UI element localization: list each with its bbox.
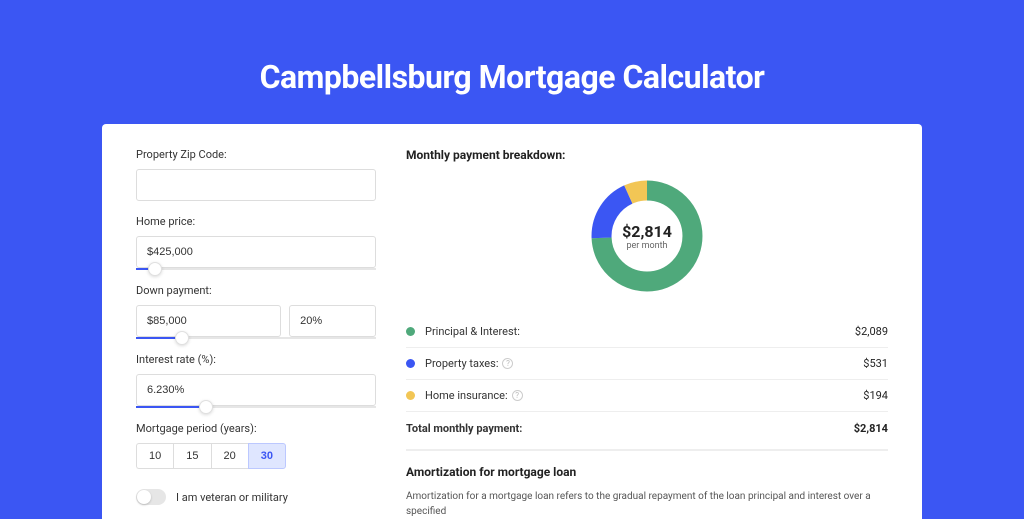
legend-value: $531 (863, 357, 888, 370)
legend-value: $194 (863, 389, 888, 402)
mortgage-period-options: 10152030 (136, 443, 376, 469)
home-price-input[interactable] (136, 236, 376, 268)
slider-thumb[interactable] (175, 331, 189, 345)
interest-rate-label: Interest rate (%): (136, 353, 376, 366)
legend-dot (406, 327, 415, 336)
legend-dot (406, 391, 415, 400)
donut-center-sub: per month (626, 241, 667, 251)
zip-field-group: Property Zip Code: (136, 148, 376, 201)
breakdown-legend: Principal & Interest:$2,089Property taxe… (406, 310, 888, 450)
zip-input[interactable] (136, 169, 376, 201)
veteran-toggle-row: I am veteran or military (136, 489, 376, 505)
period-option-15[interactable]: 15 (173, 443, 210, 469)
page-title: Campbellsburg Mortgage Calculator (0, 0, 1024, 124)
down-payment-label: Down payment: (136, 284, 376, 297)
toggle-knob (137, 490, 151, 504)
legend-label: Property taxes: ? (425, 357, 863, 370)
down-payment-field-group: Down payment: (136, 284, 376, 339)
mortgage-period-field-group: Mortgage period (years): 10152030 (136, 422, 376, 469)
mortgage-period-label: Mortgage period (years): (136, 422, 376, 435)
interest-rate-slider[interactable] (136, 406, 376, 408)
info-icon[interactable]: ? (502, 358, 513, 369)
slider-thumb[interactable] (199, 400, 213, 414)
legend-value: $2,089 (855, 325, 888, 338)
home-price-field-group: Home price: (136, 215, 376, 270)
legend-label: Principal & Interest: (425, 325, 855, 338)
donut-chart: $2,814 per month (587, 176, 707, 296)
legend-label: Home insurance: ? (425, 389, 863, 402)
legend-row: Home insurance: ?$194 (406, 380, 888, 412)
slider-thumb[interactable] (148, 262, 162, 276)
zip-label: Property Zip Code: (136, 148, 376, 161)
legend-row: Principal & Interest:$2,089 (406, 316, 888, 348)
breakdown-title: Monthly payment breakdown: (406, 148, 888, 162)
legend-dot (406, 359, 415, 368)
down-payment-slider[interactable] (136, 337, 376, 339)
interest-rate-input[interactable] (136, 374, 376, 406)
breakdown-column: Monthly payment breakdown: $2,814 per mo… (406, 148, 888, 519)
calculator-card: Property Zip Code: Home price: Down paym… (102, 124, 922, 519)
form-column: Property Zip Code: Home price: Down paym… (136, 148, 376, 519)
info-icon[interactable]: ? (512, 390, 523, 401)
amortization-section: Amortization for mortgage loan Amortizat… (406, 450, 888, 519)
down-payment-input[interactable] (136, 305, 281, 337)
legend-total-label: Total monthly payment: (406, 422, 854, 435)
donut-chart-wrap: $2,814 per month (406, 170, 888, 310)
period-option-30[interactable]: 30 (248, 443, 286, 469)
legend-total-row: Total monthly payment:$2,814 (406, 412, 888, 450)
down-payment-pct-input[interactable] (289, 305, 376, 337)
donut-center-amount: $2,814 (622, 222, 672, 241)
legend-total-value: $2,814 (854, 422, 888, 435)
veteran-toggle-label: I am veteran or military (176, 491, 288, 504)
amortization-title: Amortization for mortgage loan (406, 465, 888, 479)
interest-rate-field-group: Interest rate (%): (136, 353, 376, 408)
home-price-label: Home price: (136, 215, 376, 228)
veteran-toggle[interactable] (136, 489, 166, 505)
legend-row: Property taxes: ?$531 (406, 348, 888, 380)
period-option-20[interactable]: 20 (211, 443, 248, 469)
period-option-10[interactable]: 10 (136, 443, 173, 469)
amortization-text: Amortization for a mortgage loan refers … (406, 489, 888, 519)
home-price-slider[interactable] (136, 268, 376, 270)
